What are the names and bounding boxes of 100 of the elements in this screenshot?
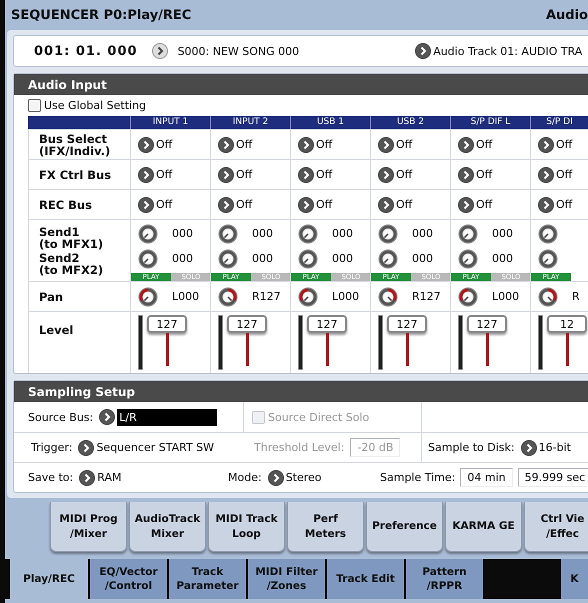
seconds-field[interactable]: 59.999 sec — [518, 468, 588, 487]
chevron-right-icon[interactable] — [138, 166, 154, 182]
bus-value[interactable]: Off — [316, 168, 332, 181]
page-tab[interactable]: Track Edit — [327, 559, 404, 599]
chevron-right-icon[interactable] — [378, 136, 394, 152]
column-header: USB 2 — [370, 116, 450, 129]
bus-value[interactable]: Off — [476, 138, 492, 151]
page-tab[interactable]: Track Parameter — [169, 559, 246, 599]
knob-icon[interactable] — [218, 248, 238, 268]
chevron-right-icon[interactable] — [218, 196, 234, 212]
minutes-field[interactable]: 04 min — [460, 468, 513, 487]
function-tab[interactable]: AudioTrack Mixer — [129, 502, 206, 552]
knob-icon[interactable] — [458, 286, 478, 306]
field-label: Trigger: — [31, 441, 72, 454]
chevron-right-icon[interactable] — [152, 43, 168, 59]
knob-icon[interactable] — [138, 248, 158, 268]
bus-value[interactable]: Off — [316, 138, 332, 151]
knob-icon[interactable] — [218, 286, 238, 306]
chevron-right-icon[interactable] — [458, 166, 474, 182]
page-tab[interactable]: EQ/Vector /Control — [90, 559, 167, 599]
bus-value[interactable]: Off — [556, 198, 572, 211]
page-tab[interactable]: Pattern /RPPR — [406, 559, 483, 599]
fader-handle[interactable]: 127 — [467, 315, 507, 333]
page-title: Audio — [546, 8, 588, 22]
knob-icon[interactable] — [458, 224, 478, 244]
chevron-right-icon[interactable] — [138, 136, 154, 152]
knob-icon[interactable] — [378, 248, 398, 268]
bus-value[interactable]: Off — [476, 198, 492, 211]
chevron-right-icon[interactable] — [538, 196, 554, 212]
function-tab[interactable]: MIDI Prog /Mixer — [50, 502, 127, 552]
knob-icon[interactable] — [298, 224, 318, 244]
chevron-right-icon[interactable] — [520, 440, 537, 456]
bus-value[interactable]: Off — [236, 168, 252, 181]
knob-icon[interactable] — [378, 286, 398, 306]
chevron-right-icon[interactable] — [218, 166, 234, 182]
bus-value[interactable]: Off — [396, 168, 412, 181]
fader-stem — [166, 333, 168, 366]
function-tab[interactable]: Ctrl Vie /Effec — [524, 502, 588, 552]
chevron-right-icon[interactable] — [268, 470, 284, 486]
song-name[interactable]: S000: NEW SONG 000 — [178, 44, 300, 58]
bus-value[interactable]: Off — [236, 198, 252, 211]
function-tab[interactable]: Perf Meters — [287, 502, 364, 552]
knob-icon[interactable] — [458, 248, 478, 268]
knob-icon[interactable] — [138, 224, 158, 244]
chevron-right-icon[interactable] — [378, 196, 394, 212]
send-value: 000 — [332, 227, 353, 240]
bus-value[interactable]: Off — [556, 138, 572, 151]
trigger-value[interactable]: Sequencer START SW — [96, 441, 214, 454]
knob-icon[interactable] — [298, 248, 318, 268]
fader-handle[interactable]: 127 — [227, 315, 267, 333]
chevron-right-icon[interactable] — [298, 196, 314, 212]
knob-icon[interactable] — [378, 224, 398, 244]
chevron-right-icon[interactable] — [79, 470, 96, 486]
knob-icon[interactable] — [538, 248, 558, 268]
bus-value[interactable]: Off — [156, 198, 172, 211]
function-tab[interactable]: Preference — [366, 502, 443, 552]
checkbox[interactable] — [28, 99, 41, 112]
bus-value[interactable]: Off — [396, 198, 412, 211]
bus-value[interactable]: Off — [156, 138, 172, 151]
function-tab[interactable]: KARMA GE — [445, 502, 522, 552]
chevron-right-icon[interactable] — [78, 440, 94, 456]
bus-value[interactable]: Off — [316, 198, 332, 211]
bus-value[interactable]: Off — [236, 138, 252, 151]
track-name[interactable]: Audio Track 01: AUDIO TRA — [433, 44, 582, 58]
chevron-right-icon[interactable] — [538, 136, 554, 152]
page-tab[interactable]: Play/REC — [10, 559, 88, 599]
fader-handle[interactable]: 127 — [307, 315, 347, 333]
chevron-right-icon[interactable] — [415, 43, 432, 59]
field-label: Source Bus: — [28, 410, 94, 424]
bus-value[interactable]: Off — [396, 138, 412, 151]
chevron-right-icon[interactable] — [218, 136, 234, 152]
chevron-right-icon[interactable] — [138, 196, 154, 212]
function-tab[interactable]: MIDI Track Loop — [208, 502, 285, 552]
source-bus-value[interactable]: L/R — [117, 408, 218, 426]
chevron-right-icon[interactable] — [538, 166, 554, 182]
knob-icon[interactable] — [538, 224, 558, 244]
knob-icon[interactable] — [538, 286, 558, 306]
row-label: Bus Select (IFX/Indiv.) — [28, 129, 130, 159]
fader-handle[interactable]: 12 — [547, 315, 587, 333]
knob-icon[interactable] — [218, 224, 238, 244]
fader-handle[interactable]: 127 — [387, 315, 427, 333]
mode-value[interactable]: Stereo — [286, 471, 322, 484]
chevron-right-icon[interactable] — [378, 166, 394, 182]
chevron-right-icon[interactable] — [298, 166, 314, 182]
knob-icon[interactable] — [138, 286, 158, 306]
chevron-right-icon[interactable] — [99, 409, 116, 425]
chevron-right-icon[interactable] — [458, 196, 474, 212]
sample-to-disk-value[interactable]: 16-bit — [538, 441, 571, 454]
bus-value[interactable]: Off — [476, 168, 492, 181]
chevron-right-icon[interactable] — [458, 136, 474, 152]
bus-value[interactable]: Off — [556, 168, 572, 181]
column-header: INPUT 1 — [130, 116, 210, 129]
knob-icon[interactable] — [298, 286, 318, 306]
fader-handle[interactable]: 127 — [147, 315, 187, 333]
page-tab[interactable]: MIDI Filter /Zones — [248, 559, 325, 599]
chevron-right-icon[interactable] — [298, 136, 314, 152]
page-tab[interactable]: K — [561, 559, 588, 599]
save-to-value[interactable]: RAM — [97, 471, 122, 484]
bus-value[interactable]: Off — [156, 168, 172, 181]
send-value: 000 — [492, 227, 513, 240]
